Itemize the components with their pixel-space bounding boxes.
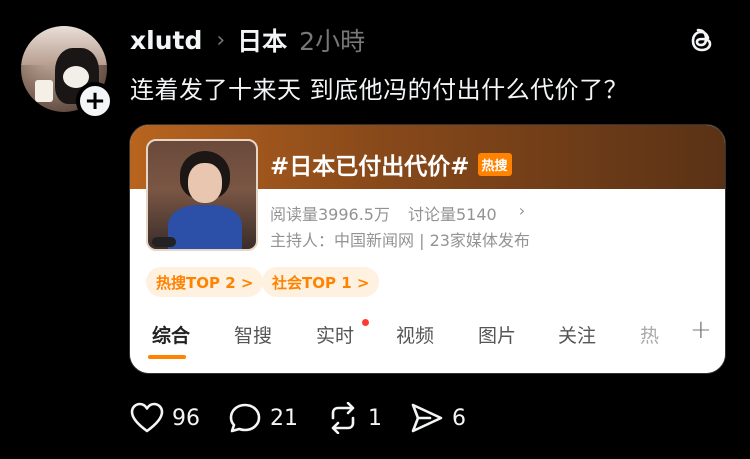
card-title-text: #日本已付出代价# bbox=[270, 154, 470, 180]
repost-button[interactable]: 1 bbox=[326, 402, 382, 434]
tab-smart-search[interactable]: 智搜 bbox=[234, 321, 272, 348]
follow-plus-button[interactable]: + bbox=[76, 82, 114, 120]
card-stats: 阅读量3996.5万 讨论量5140 › bbox=[270, 201, 525, 225]
avatar-mug bbox=[35, 80, 53, 102]
heart-icon bbox=[130, 402, 164, 433]
weibo-card[interactable]: #日本已付出代价# 热搜 阅读量3996.5万 讨论量5140 › 主持人：中国… bbox=[129, 124, 726, 374]
photo-mic bbox=[152, 237, 176, 247]
topic-tag[interactable]: 日本 bbox=[237, 22, 287, 58]
action-bar: 96 21 1 6 bbox=[130, 402, 494, 434]
tab-realtime[interactable]: 实时 bbox=[316, 321, 354, 348]
comment-button[interactable]: 21 bbox=[228, 402, 298, 434]
share-button[interactable]: 6 bbox=[410, 402, 466, 434]
active-tab-underline bbox=[148, 355, 186, 359]
tab-following[interactable]: 关注 bbox=[558, 321, 596, 348]
chevron-right-icon[interactable]: › bbox=[519, 201, 525, 225]
send-icon bbox=[411, 403, 443, 433]
photo-face bbox=[188, 163, 222, 203]
card-title: #日本已付出代价# 热搜 bbox=[270, 147, 512, 181]
share-count: 6 bbox=[452, 405, 466, 431]
discussion-count: 讨论量5140 bbox=[408, 205, 497, 224]
comment-count: 21 bbox=[270, 405, 298, 431]
read-count: 阅读量3996.5万 bbox=[270, 205, 390, 224]
tab-hot[interactable]: 热 bbox=[640, 321, 659, 348]
threads-logo-icon[interactable] bbox=[686, 24, 718, 56]
post-time: 2小時 bbox=[299, 27, 366, 56]
post-header: xlutd › 日本 2小時 bbox=[130, 22, 365, 58]
username[interactable]: xlutd bbox=[130, 26, 202, 55]
post-text: 连着发了十来天 到底他冯的付出什么代价了？ bbox=[130, 76, 629, 104]
tab-video[interactable]: 视频 bbox=[396, 321, 434, 348]
like-button[interactable]: 96 bbox=[130, 402, 200, 434]
tab-comprehensive[interactable]: 综合 bbox=[152, 321, 190, 348]
add-tab-icon[interactable]: + bbox=[690, 315, 712, 345]
card-photo bbox=[146, 139, 258, 251]
hot-search-pill[interactable]: 热搜TOP 2 > bbox=[146, 267, 264, 297]
repost-icon bbox=[331, 402, 355, 434]
chevron-right-icon: › bbox=[216, 27, 226, 53]
like-count: 96 bbox=[172, 405, 200, 431]
comment-icon bbox=[229, 403, 261, 433]
repost-count: 1 bbox=[368, 405, 382, 431]
tab-images[interactable]: 图片 bbox=[478, 321, 516, 348]
hot-badge: 热搜 bbox=[477, 152, 512, 176]
realtime-notification-dot bbox=[362, 319, 369, 326]
card-host: 主持人：中国新闻网 | 23家媒体发布 bbox=[270, 231, 530, 250]
society-pill[interactable]: 社会TOP 1 > bbox=[262, 267, 380, 297]
photo-suit bbox=[168, 205, 242, 249]
